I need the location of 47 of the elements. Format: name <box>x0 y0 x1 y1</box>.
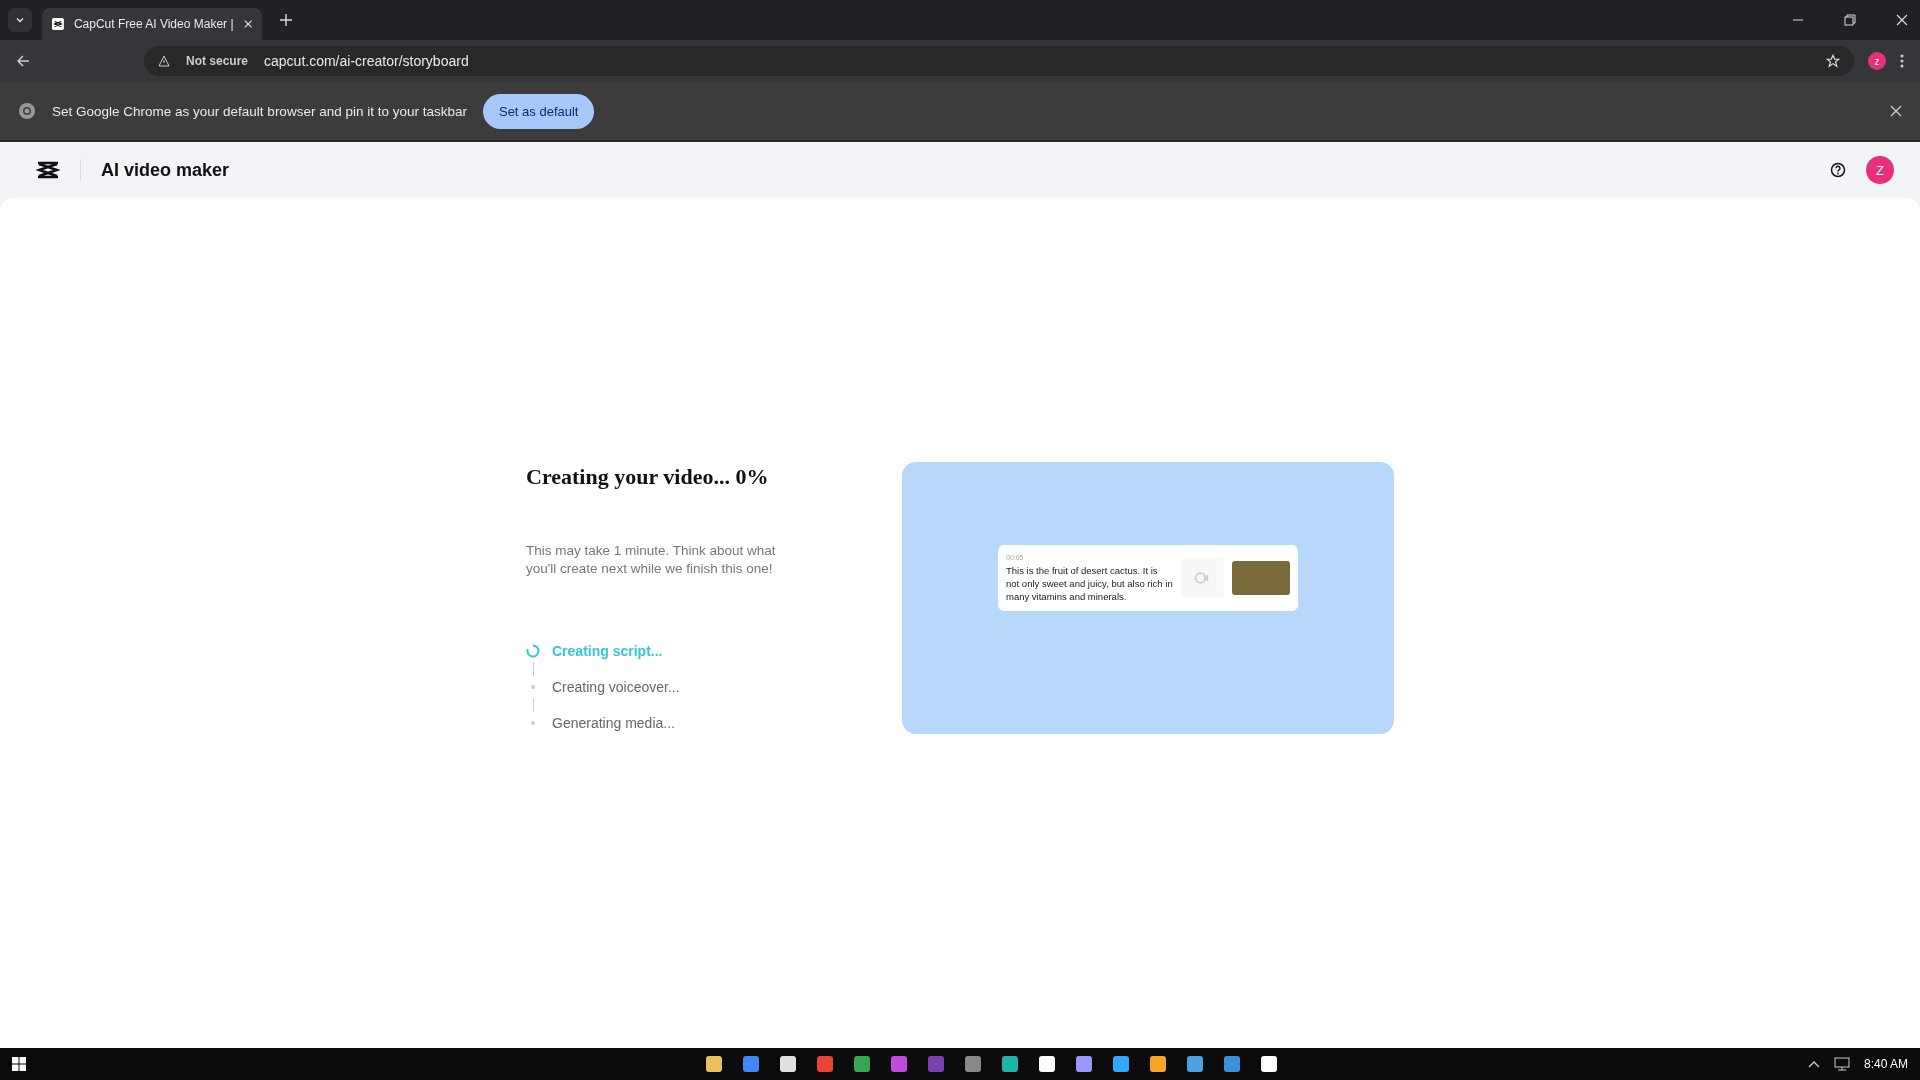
taskbar-app-icon[interactable] <box>854 1056 871 1072</box>
restore-icon[interactable] <box>1844 14 1856 26</box>
photo-placeholder <box>1231 561 1290 595</box>
user-avatar[interactable]: Z <box>1866 156 1894 184</box>
tab-list-button[interactable] <box>8 8 32 32</box>
voice-icon <box>1181 558 1224 598</box>
step-label: Creating voiceover... <box>552 679 680 695</box>
help-icon[interactable] <box>1830 162 1846 178</box>
taskbar-app-icon[interactable] <box>1150 1056 1167 1072</box>
taskbar-app-icon[interactable] <box>706 1056 723 1072</box>
infobar-message: Set Google Chrome as your default browser and pin it to your taskbar <box>52 103 467 119</box>
chrome-icon <box>18 102 36 120</box>
taskbar-app-icon[interactable] <box>1224 1056 1241 1072</box>
close-icon[interactable] <box>243 19 252 29</box>
tab-title: CapCut Free AI Video Maker | <box>73 17 234 31</box>
url-text: capcut.com/ai-creator/storyboard <box>264 53 469 69</box>
taskbar-app-icon[interactable] <box>1113 1056 1130 1072</box>
taskbar-app-icon[interactable] <box>1076 1056 1093 1072</box>
step-label: Generating media... <box>552 715 675 731</box>
progress-subtitle: This may take 1 minute. Think about what you'll create next while we finish this one! <box>526 542 777 578</box>
clock-time[interactable]: 8:40 AM <box>1863 1057 1908 1071</box>
taskbar-app-icon[interactable] <box>780 1056 797 1072</box>
back-arrow-icon[interactable] <box>16 54 30 68</box>
close-icon[interactable] <box>1896 14 1908 26</box>
taskbar-app-icon[interactable] <box>1261 1056 1278 1072</box>
taskbar-app-icon[interactable] <box>1002 1056 1019 1072</box>
capcut-logo-icon[interactable] <box>36 160 60 180</box>
warning-icon[interactable] <box>158 55 170 67</box>
close-icon[interactable] <box>1890 105 1902 117</box>
more-menu-icon[interactable] <box>1900 54 1904 68</box>
address-bar[interactable]: Not secure capcut.com/ai-creator/storyboard <box>144 46 1854 76</box>
star-icon[interactable] <box>1826 54 1840 68</box>
capcut-logo-icon <box>52 17 64 31</box>
browser-tab[interactable]: CapCut Free AI Video Maker | <box>42 8 262 40</box>
profile-avatar[interactable]: z <box>1868 52 1886 70</box>
step-label: Creating script... <box>552 643 663 659</box>
taskbar-app-icon[interactable] <box>1039 1056 1056 1072</box>
windows-start-icon[interactable] <box>12 1057 26 1071</box>
security-label[interactable]: Not secure <box>186 54 249 68</box>
taskbar-app-icon[interactable] <box>1187 1056 1204 1072</box>
app-title: AI video maker <box>101 159 230 181</box>
progress-title: Creating your video... 0% <box>526 464 770 490</box>
chevron-up-icon[interactable] <box>1807 1060 1820 1068</box>
set-as-default-button[interactable]: Set as default <box>482 93 595 129</box>
new-tab-icon[interactable] <box>280 14 292 26</box>
caption-text: This is the fruit of desert cactus. It is not only sweet and juicy, but also rich in many vitamins and minerals. <box>1006 563 1173 603</box>
network-icon[interactable] <box>1833 1057 1850 1071</box>
